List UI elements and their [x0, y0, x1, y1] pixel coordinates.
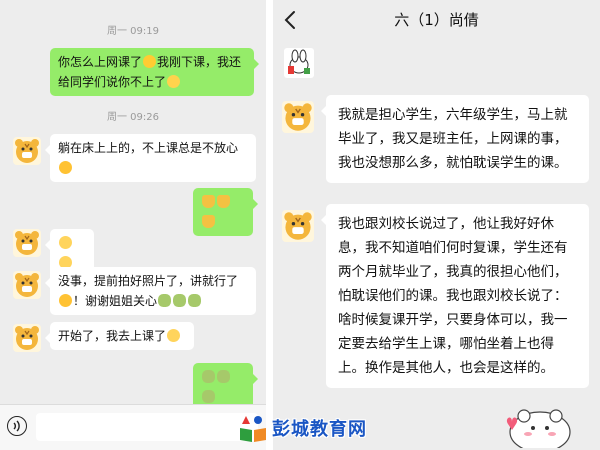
sticker-icon[interactable] [284, 48, 314, 78]
timestamp: 周一 09:26 [107, 112, 159, 123]
watermark: 彭城教育网 [236, 412, 386, 444]
tiger-avatar-icon[interactable] [13, 324, 41, 352]
incoming-message[interactable]: 躺在床上上的，不上课总是不放心 [45, 134, 256, 182]
tiger-emoji-icon [188, 294, 202, 307]
tiger-emoji-icon [202, 390, 215, 403]
tiger-avatar-icon[interactable] [282, 101, 314, 133]
tiger-avatar-icon[interactable] [13, 271, 41, 299]
tiger-emoji-icon [217, 370, 230, 383]
input-bar [0, 404, 266, 450]
outgoing-message[interactable]: 你怎么上网课了 我刚下课，我还给同学们说你不上了 [50, 48, 259, 96]
thumbs-up-icon [202, 195, 215, 208]
incoming-message[interactable]: 我也跟刘校长说过了，他让我好好休息，我不知道咱们何时复课，学生还有两个月就毕业了… [321, 204, 589, 388]
message-text: 没事，提前拍好照片了，讲就行了 [58, 274, 239, 288]
chat-title: 六（1）尚倩 [394, 11, 479, 29]
tiger-avatar-icon[interactable] [282, 210, 314, 242]
message-input[interactable] [36, 413, 258, 441]
message-text: 你怎么上网课了 [58, 55, 143, 69]
message-text: ！谢谢姐姐关心 [73, 294, 158, 308]
incoming-message[interactable]: 开始了，我去上课了 [45, 322, 194, 350]
thumbs-up-icon [202, 215, 215, 228]
tiger-avatar-icon[interactable] [13, 137, 41, 165]
message-text: 开始了，我去上课了 [58, 329, 167, 343]
bear-sticker-icon [506, 409, 571, 448]
left-chat-panel: 周一 09:19 你怎么上网课了 我刚下课，我还给同学们说你不上了 周一 09:2… [0, 0, 266, 450]
laugh-cry-emoji-icon [167, 75, 181, 88]
blush-emoji-icon [59, 294, 72, 307]
right-chat-panel: 六（1）尚倩 我就是担心学生，六年级学生，马上就毕业了，我又是班主任，上网课的事… [273, 0, 600, 450]
watermark-text: 彭城教育网 [272, 419, 367, 440]
smile-emoji-icon [143, 55, 157, 68]
tiger-emoji-icon [173, 294, 187, 307]
blush-emoji-icon [59, 161, 72, 174]
grimace-emoji-icon [167, 329, 181, 342]
chat-header: 六（1）尚倩 [273, 0, 600, 40]
incoming-message[interactable]: 没事，提前拍好照片了，讲就行了 ！谢谢姐姐关心 [45, 267, 256, 315]
tiger-avatar-icon[interactable] [13, 229, 41, 257]
message-text: 躺在床上上的，不上课总是不放心 [58, 141, 239, 155]
thumbs-up-icon [217, 195, 230, 208]
clap-emoji-icon [59, 236, 72, 249]
outgoing-message[interactable] [193, 188, 258, 236]
watermark-logo-icon [240, 416, 266, 442]
timestamp: 周一 09:19 [107, 26, 159, 37]
tiger-emoji-icon [202, 370, 215, 383]
tiger-emoji-icon [158, 294, 172, 307]
incoming-message[interactable]: 我就是担心学生，六年级学生，马上就毕业了，我又是班主任，上网课的事，我也没想那么… [321, 95, 589, 183]
voice-icon[interactable] [7, 416, 27, 436]
